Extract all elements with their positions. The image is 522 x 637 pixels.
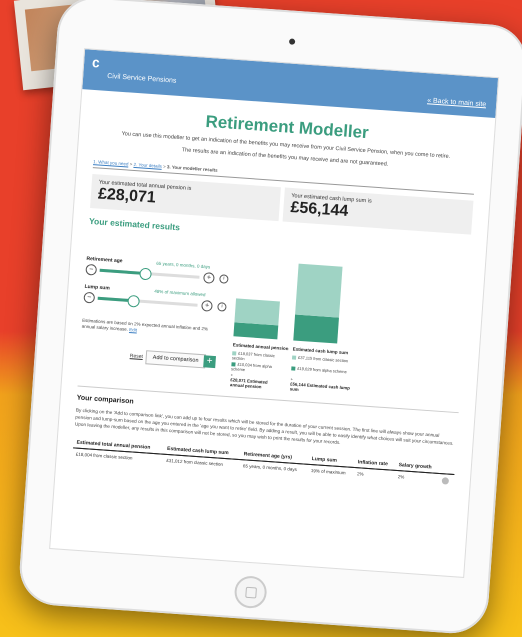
- camera-icon: [288, 38, 296, 45]
- retirement-slider-fill: [99, 268, 145, 275]
- back-to-main-site-link[interactable]: « Back to main site: [427, 97, 486, 108]
- bar-lump-classic: [295, 263, 343, 318]
- retirement-age-label: Retirement age: [86, 255, 123, 265]
- cell-remove: [439, 474, 455, 489]
- screen: ᶜ Civil Service Pensions « Back to main …: [49, 48, 500, 578]
- assumptions-text: Estimations are based on 2% expected ann…: [81, 317, 209, 332]
- total-pension-box: Your estimated total annual pension is £…: [90, 174, 281, 222]
- lump-minus-button[interactable]: −: [83, 291, 96, 304]
- retirement-slider-thumb[interactable]: [139, 267, 152, 281]
- total-lump-box: Your estimated cash lump sum is £56,144: [282, 187, 474, 235]
- lump-plus-button[interactable]: +: [201, 300, 213, 312]
- logo-icon: ᶜ: [91, 54, 101, 78]
- legend-lump-total: £56,144 Estimated cash lump sum: [289, 381, 350, 392]
- home-button[interactable]: [233, 575, 268, 610]
- remove-row-icon[interactable]: [441, 477, 450, 485]
- breadcrumb-step-3: 3. Your modeller results: [166, 164, 218, 173]
- tablet-device: ᶜ Civil Service Pensions « Back to main …: [17, 0, 522, 636]
- edit-assumptions-link[interactable]: Edit: [129, 327, 137, 333]
- legend-pension-total: £28,071 Estimated annual pension: [229, 377, 268, 390]
- retirement-minus-button[interactable]: −: [85, 263, 98, 276]
- bar-lump-alpha: [293, 314, 339, 344]
- pension-bar-caption: Estimated annual pension: [232, 342, 289, 352]
- retirement-plus-button[interactable]: +: [203, 272, 215, 284]
- cell-lump-percent: 19% of maximum: [310, 468, 346, 476]
- cell-inflation: 2%: [356, 471, 364, 477]
- logo-text: Civil Service Pensions: [106, 72, 177, 85]
- lump-sum-label: Lump sum: [84, 283, 110, 292]
- breadcrumb-step-1[interactable]: 1. What you need: [93, 159, 129, 166]
- home-square-icon: [245, 586, 257, 599]
- cell-salary-growth: 2%: [397, 474, 405, 480]
- lump-sum-value: 48% of maximum allowed: [154, 288, 206, 298]
- lump-info-icon[interactable]: i: [217, 302, 227, 312]
- assumptions-note: Estimations are based on 2% expected ann…: [82, 318, 222, 340]
- legend-lump-alpha: £19,029 from alpha scheme: [291, 365, 351, 374]
- lump-bar-caption: Estimated cash lump sum: [292, 346, 349, 356]
- retirement-age-value: 65 years, 0 months, 0 days: [156, 260, 211, 270]
- bar-pension-classic: [234, 298, 280, 326]
- lump-slider-thumb[interactable]: [127, 294, 141, 308]
- breadcrumb-step-2[interactable]: 2. Your details: [133, 162, 162, 169]
- retirement-info-icon[interactable]: i: [219, 274, 229, 284]
